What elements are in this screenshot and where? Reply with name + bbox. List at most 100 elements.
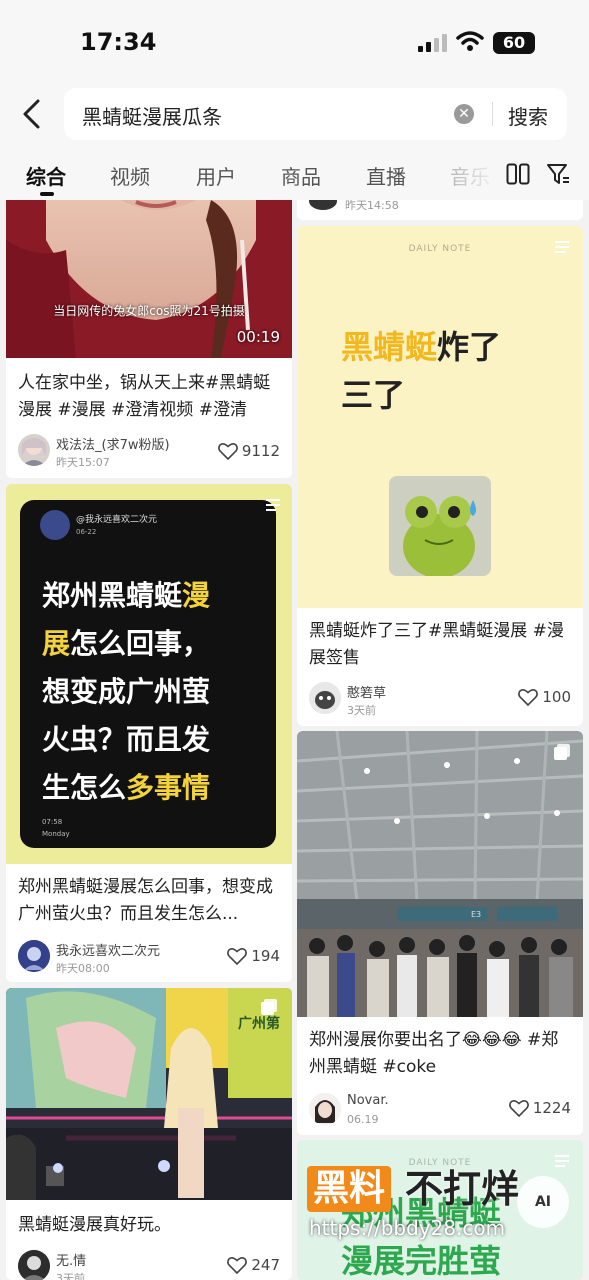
like-button[interactable]: 1224 (508, 1099, 571, 1117)
poster-date: 06-22 (76, 528, 97, 536)
avatar[interactable] (18, 1250, 50, 1280)
note-label: DAILY NOTE (408, 244, 472, 254)
poster-avatar (40, 510, 70, 540)
poster-user: @我永远喜欢二次元 (76, 515, 158, 525)
like-button[interactable]: 194 (227, 947, 280, 965)
post-date: 3天前 (56, 1272, 85, 1280)
card-title: 郑州黑蜻蜓漫展怎么回事，想变成广州萤火虫？而且发生怎么... (18, 877, 273, 924)
avatar[interactable] (309, 200, 337, 210)
author-name[interactable]: 无.情 (56, 1250, 86, 1269)
poster-highlight-1: 漫 (182, 579, 211, 612)
watermark-brand-1: 黑料 (307, 1166, 392, 1212)
note-headline: 黑蜻蜓炸了 (341, 322, 501, 368)
avatar[interactable] (309, 1093, 341, 1125)
like-count: 100 (542, 688, 571, 706)
post-date: 昨天15:07 (56, 456, 110, 469)
author-name[interactable]: Novar. (347, 1093, 389, 1108)
search-bar: 黑蜻蜓漫展瓜条 ✕ 搜索 (0, 85, 589, 145)
svg-text:广州第: 广州第 (238, 1015, 280, 1032)
feed-card[interactable]: @我永远喜欢二次元 06-22 郑州黑蜻蜓漫 展怎么回事， 想变成广州萤 火虫？… (6, 484, 292, 982)
search-query[interactable]: 黑蜻蜓漫展瓜条 (82, 101, 222, 130)
post-date: 06.19 (347, 1113, 379, 1126)
multi-image-icon (261, 999, 277, 1015)
wifi-icon (456, 31, 484, 51)
note-headline-text: 炸了 (437, 328, 502, 366)
like-count: 247 (251, 1256, 280, 1274)
post-date: 3天前 (347, 704, 376, 717)
video-caption: 当日网传的兔女郎cos照为21号拍摄 (53, 304, 245, 318)
post-date: 昨天14:58 (345, 200, 399, 212)
heart-icon (508, 1100, 529, 1117)
search-button[interactable]: 搜索 (508, 101, 548, 130)
tab-user[interactable]: 用户 (196, 161, 236, 190)
card-cover-image: 广州第 (6, 988, 292, 1200)
watermark-brand-2: 不打烊 (405, 1167, 520, 1211)
card-title: 黑蜻蜓炸了三了#黑蜻蜓漫展 #漫展签售 (309, 621, 564, 668)
feed-card[interactable]: 当日网传的兔女郎cos照为21号拍摄 00:19 人在家中坐，锅从天上来#黑蜻蜓… (6, 200, 292, 478)
like-button[interactable]: 100 (518, 688, 571, 706)
avatar[interactable] (18, 434, 50, 466)
tab-live[interactable]: 直播 (366, 161, 406, 190)
search-input[interactable]: 黑蜻蜓漫展瓜条 ✕ 搜索 (64, 88, 567, 140)
filter-icon[interactable] (546, 162, 570, 186)
status-time: 17:34 (80, 28, 157, 56)
like-button[interactable]: 247 (227, 1256, 280, 1274)
signal-icon (418, 34, 448, 52)
note-headline-highlight: 黑蜻蜓 (341, 328, 438, 366)
like-count: 1224 (532, 1099, 571, 1117)
heart-icon (227, 948, 248, 965)
poster-day: Monday (42, 830, 70, 838)
like-count: 194 (251, 947, 280, 965)
clear-icon[interactable]: ✕ (454, 104, 474, 124)
card-title: 人在家中坐，锅从天上来#黑蜻蜓漫展 #漫展 #澄清视频 #澄清 (18, 373, 271, 420)
card-cover-image: @我永远喜欢二次元 06-22 郑州黑蜻蜓漫 展怎么回事， 想变成广州萤 火虫？… (6, 484, 292, 864)
poster-line-2: 怎么回事， (70, 627, 211, 660)
feed-card[interactable]: E3 郑州漫展你要出名了😂😂😂 #郑州黑蜻蜓 #coke Novar. 06.1… (297, 731, 583, 1135)
card-cover-image: DAILY NOTE 黑蜻蜓炸了 三了 (297, 226, 583, 608)
multi-image-icon (555, 241, 569, 253)
feed-card[interactable]: 广州第 黑蜻蜓漫展真好玩。 无.情 3天前 247 (6, 988, 292, 1280)
layout-toggle-icon[interactable] (506, 163, 530, 185)
heart-icon (217, 443, 238, 460)
author-name[interactable]: 戏法法_(求7w粉版) (56, 434, 170, 453)
poster-line-3: 想变成广州萤 (42, 675, 211, 708)
multi-image-icon (266, 499, 280, 511)
poster-highlight-5: 多事情 (126, 771, 211, 804)
author-name[interactable]: 我永远喜欢二次元 (56, 940, 160, 959)
card-cover-image: E3 (297, 731, 583, 1017)
search-divider (492, 102, 493, 126)
phone-screenshot: @我永远喜欢二次元 06-22 郑州黑蜻蜓漫 展怎么回事， 想变成广州萤 火虫？… (20, 500, 276, 848)
feed-card[interactable]: DAILY NOTE 黑蜻蜓炸了 三了 黑蜻蜓炸了三了#黑蜻蜓漫展 #漫展签售 … (297, 226, 583, 726)
author-name[interactable]: 憨箬草 (347, 682, 386, 701)
category-tabs: 综合 视频 用户 商品 直播 音乐 (0, 145, 589, 200)
multi-image-icon (554, 744, 570, 760)
battery-indicator: 60 (493, 32, 535, 54)
poster-time: 07:58 (42, 818, 63, 826)
tab-video[interactable]: 视频 (110, 161, 150, 190)
avatar[interactable] (18, 940, 50, 972)
frog-sticker (389, 476, 491, 576)
video-duration: 00:19 (236, 328, 280, 346)
status-bar: 17:34 60 (0, 0, 589, 85)
card-title: 黑蜻蜓漫展真好玩。 (18, 1215, 171, 1235)
active-tab-indicator (40, 192, 54, 196)
poster-line-5: 生怎么 (42, 771, 127, 804)
like-button[interactable]: 9112 (217, 442, 280, 460)
hall-sign: E3 (471, 910, 481, 919)
ai-badge[interactable]: AI (517, 1176, 569, 1228)
note-headline-2: 三了 (341, 376, 406, 414)
poster-highlight-2: 展 (42, 627, 71, 660)
heart-icon (518, 689, 539, 706)
feed-card[interactable]: 昨天14:58 (297, 200, 583, 220)
tab-goods[interactable]: 商品 (281, 161, 321, 190)
heart-icon (227, 1257, 248, 1274)
tab-fade (440, 145, 500, 200)
watermark-url: https://bbdy28.com (309, 1216, 506, 1240)
avatar[interactable] (309, 682, 341, 714)
poster-line-4: 火虫？而且发 (42, 723, 211, 756)
back-arrow-icon[interactable] (18, 97, 46, 131)
post-date: 昨天08:00 (56, 962, 110, 975)
watermark-overlay: 黑料 不打烊 https://bbdy28.com AI (305, 1166, 569, 1280)
card-title: 郑州漫展你要出名了😂😂😂 #郑州黑蜻蜓 #coke (309, 1030, 559, 1077)
tab-comprehensive[interactable]: 综合 (26, 161, 66, 190)
